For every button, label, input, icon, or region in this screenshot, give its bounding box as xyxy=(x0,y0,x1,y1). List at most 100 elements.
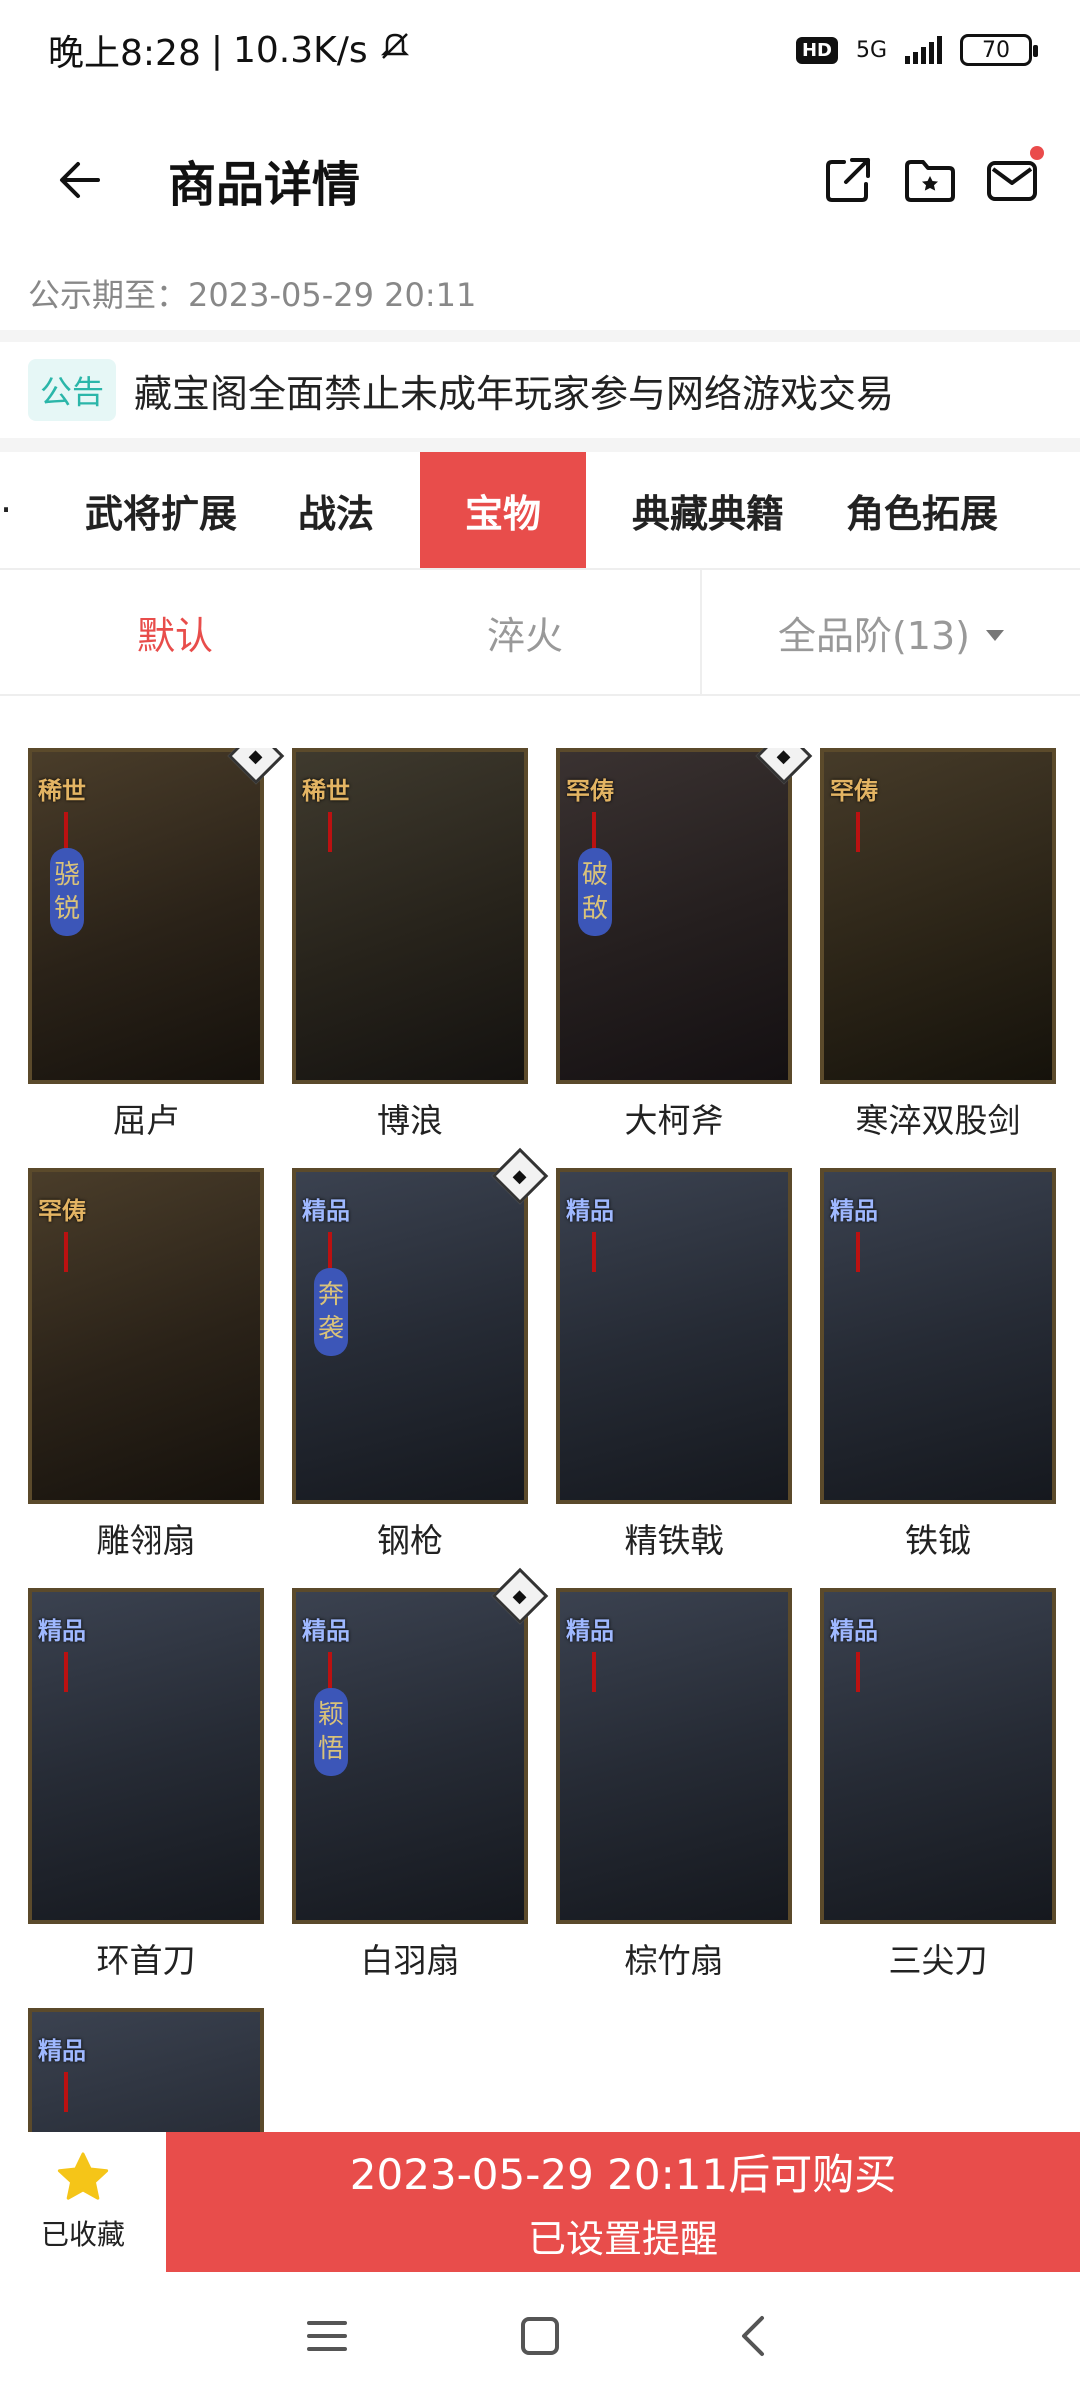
skill-ribbon: 骁锐 xyxy=(50,848,84,936)
treasure-image: 稀世 xyxy=(292,748,528,1084)
menu-icon xyxy=(306,2321,347,2351)
battery-icon: 70 xyxy=(960,34,1038,66)
tassel-decoration xyxy=(64,1652,68,1692)
mute-icon xyxy=(378,29,412,72)
treasure-name: 棕竹扇 xyxy=(624,1941,724,1980)
tassel-decoration xyxy=(64,1232,68,1272)
treasure-name: 钢枪 xyxy=(377,1521,443,1560)
favorite-folder-button[interactable] xyxy=(902,152,958,208)
battery-level: 70 xyxy=(982,37,1010,63)
tassel-decoration xyxy=(856,1232,860,1272)
header-actions xyxy=(820,146,1044,208)
tassel-decoration xyxy=(64,812,68,852)
status-time: 晚上8:28 xyxy=(48,33,201,74)
treasure-card[interactable]: 精品环首刀 xyxy=(28,1588,264,2008)
treasure-image: 罕俦 xyxy=(820,748,1056,1084)
tier-badge: 精品 xyxy=(830,1617,878,1645)
back-nav-button[interactable] xyxy=(713,2296,793,2376)
share-button[interactable] xyxy=(820,152,876,208)
category-tabs: · 武将扩展 战法 宝物 典藏典籍 角色拓展 xyxy=(0,452,1080,568)
star-icon xyxy=(57,2152,109,2200)
tassel-decoration xyxy=(64,2072,68,2112)
section-divider xyxy=(0,330,1080,342)
treasure-name: 寒淬双股剑 xyxy=(855,1101,1021,1140)
tier-badge: 稀世 xyxy=(302,777,350,805)
grade-filter-dropdown[interactable]: 全品阶(13) xyxy=(702,570,1080,694)
notice-banner[interactable]: 公告 藏宝阁全面禁止未成年玩家参与网络游戏交易 xyxy=(0,342,1080,438)
treasure-image: 精品 xyxy=(556,1588,792,1924)
section-divider xyxy=(0,438,1080,452)
treasure-image: 精品 xyxy=(820,1168,1056,1504)
treasure-card[interactable]: 精品 奔袭 ◆ 钢枪 xyxy=(292,1147,549,1588)
treasure-name: 铁钺 xyxy=(905,1521,971,1560)
treasure-name: 大柯斧 xyxy=(624,1101,724,1140)
treasure-image: 精品 xyxy=(556,1168,792,1504)
folder-star-icon xyxy=(905,160,955,202)
treasure-image: 稀世骁锐 xyxy=(28,748,264,1084)
treasure-card[interactable]: 精品 铁钺 xyxy=(820,1168,1056,1588)
treasure-image: 罕俦 破敌 xyxy=(556,748,792,1084)
tassel-decoration xyxy=(592,1652,596,1692)
buy-time-label: 2023-05-29 20:11后可购买 xyxy=(349,2150,897,2199)
back-button[interactable] xyxy=(40,140,120,220)
treasure-card[interactable]: 罕俦 寒淬双股剑 xyxy=(820,748,1056,1168)
treasure-card[interactable]: 精品 颖悟 ◆ 白羽扇 xyxy=(292,1567,549,2008)
message-button[interactable] xyxy=(984,146,1044,208)
buy-button[interactable]: 2023-05-29 20:11后可购买 已设置提醒 xyxy=(166,2132,1080,2272)
tier-badge: 罕俦 xyxy=(38,1197,86,1225)
sort-bar: 默认 淬火 全品阶(13) xyxy=(0,570,1080,694)
treasure-card[interactable]: 精品 棕竹扇 xyxy=(556,1588,792,2008)
tab-tactics[interactable]: 战法 xyxy=(296,452,376,568)
page-title: 商品详情 xyxy=(168,157,361,213)
tier-badge: 精品 xyxy=(38,1617,86,1645)
treasure-grid: 稀世 骁锐 ◆ 屈卢 稀世 博浪 罕俦 破敌 ◆ 大柯斧 罕俦 寒淬双股剑 罕俦 雕翎扇 精品 奔袭… xyxy=(28,748,1058,2132)
treasure-image: 精品 颖悟 xyxy=(292,1588,528,1924)
status-bar: 晚上8:28 | 10.3K/s HD 5G 70 xyxy=(0,0,1080,100)
tier-badge: 精品 xyxy=(302,1617,350,1645)
notice-tag: 公告 xyxy=(28,359,117,421)
treasure-name: 三尖刀 xyxy=(888,1941,988,1980)
tassel-decoration xyxy=(856,812,860,852)
tassel-decoration xyxy=(592,812,596,852)
sort-divider xyxy=(0,694,1080,696)
tassel-decoration xyxy=(592,1232,596,1272)
share-icon xyxy=(826,158,870,202)
sort-quench[interactable]: 淬火 xyxy=(350,570,700,694)
treasure-name: 环首刀 xyxy=(96,1941,196,1980)
sort-default[interactable]: 默认 xyxy=(0,570,350,694)
treasure-name: 博浪 xyxy=(377,1101,443,1140)
treasure-card[interactable]: 精品 xyxy=(28,2008,264,2132)
treasure-card[interactable]: 罕俦 雕翎扇 xyxy=(28,1168,264,1588)
menu-button[interactable] xyxy=(287,2296,367,2376)
tier-badge: 精品 xyxy=(566,1197,614,1225)
favorite-label: 已收藏 xyxy=(40,2218,125,2251)
tab-general-expansion[interactable]: 武将扩展 xyxy=(85,452,237,568)
status-speed: 10.3K/s xyxy=(232,29,368,71)
tab-partial-left: · xyxy=(0,488,13,532)
tab-role-expansion[interactable]: 角色拓展 xyxy=(844,452,1000,568)
treasure-card[interactable]: 稀世 骁锐 ◆ 屈卢 xyxy=(28,748,285,1168)
network-type: 5G xyxy=(855,37,887,63)
skill-ribbon: 奔袭 xyxy=(314,1268,348,1356)
favorite-button[interactable]: 已收藏 xyxy=(0,2132,166,2272)
status-right: HD 5G 70 xyxy=(795,34,1038,66)
treasure-card[interactable]: 稀世博浪 xyxy=(292,748,528,1168)
treasure-image: 精品 xyxy=(820,1588,1056,1924)
treasure-name: 精铁戟 xyxy=(624,1521,724,1560)
chevron-left-icon xyxy=(742,2316,765,2356)
treasure-name: 屈卢 xyxy=(113,1101,179,1140)
treasure-card[interactable]: 精品三尖刀 xyxy=(820,1588,1056,2008)
tier-badge: 稀世 xyxy=(38,777,86,805)
treasure-card[interactable]: 罕俦 破敌 ◆ 大柯斧 xyxy=(556,748,813,1168)
status-divider: | xyxy=(210,29,223,71)
signal-icon xyxy=(905,36,942,64)
tassel-decoration xyxy=(328,1652,332,1692)
app-header: 商品详情 xyxy=(0,110,1080,250)
treasure-card[interactable]: 精品精铁戟 xyxy=(556,1168,792,1588)
tab-treasure[interactable]: 宝物 xyxy=(420,452,586,568)
skill-ribbon: 破敌 xyxy=(578,848,612,936)
status-left: 晚上8:28 | 10.3K/s xyxy=(48,24,412,76)
home-button[interactable] xyxy=(500,2296,580,2376)
treasure-image: 精品 xyxy=(28,2008,264,2132)
tab-collection-books[interactable]: 典藏典籍 xyxy=(630,452,786,568)
